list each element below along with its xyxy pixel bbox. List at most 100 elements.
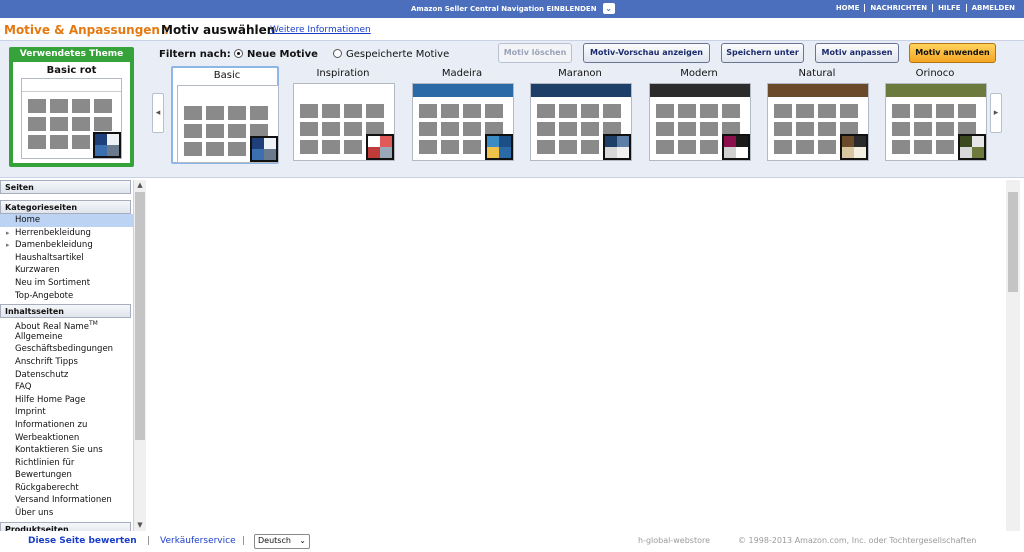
scroll-left-icon[interactable]: ◂ [152,93,164,133]
color-swatch-icon [485,134,513,160]
more-info-link[interactable]: Weitere Informationen [270,25,371,35]
category-pages-header: Kategorieseiten [0,200,131,214]
sidebar-item[interactable]: Geschäftsbedingungen [0,343,133,356]
theme-thumbnail[interactable] [530,83,632,161]
preview-scroll-thumb[interactable] [1008,192,1018,292]
sidebar-item[interactable]: Kurzwaren [0,264,133,277]
apply-theme-button[interactable]: Motiv anwenden [909,43,996,63]
color-swatch-icon [366,134,394,160]
color-swatch-icon [840,134,868,160]
seller-central-topbar: Amazon Seller Central Navigation EINBLEN… [0,0,1024,18]
theme-name: Madeira [441,68,483,79]
filter-saved-themes[interactable]: Gespeicherte Motive [333,49,449,60]
theme-thumbnail[interactable] [177,85,279,163]
nav-toggle-label: Amazon Seller Central Navigation EINBLEN… [411,4,597,13]
sidebar-item[interactable]: Home [0,214,133,227]
sidebar-scroll-thumb[interactable] [135,192,145,440]
chevron-down-icon[interactable]: ⌄ [602,3,615,14]
sidebar-item[interactable]: Werbeaktionen [0,432,133,445]
language-select[interactable]: Deutsch ⌄ [254,534,310,549]
nav-toggle[interactable]: Amazon Seller Central Navigation EINBLEN… [411,3,615,14]
rate-page-link[interactable]: Diese Seite bewerten [28,536,137,546]
theme-thumbnail[interactable] [885,83,987,161]
sidebar-item[interactable]: Imprint [0,406,133,419]
color-swatch-icon [722,134,750,160]
save-as-button[interactable]: Speichern unter [721,43,804,63]
radio-selected-icon[interactable] [234,49,243,58]
pages-header: Seiten [0,180,131,194]
preview-scrollbar[interactable] [1006,180,1020,531]
top-links: HOME NACHRICHTEN HILFE ABMELDEN [831,4,1020,12]
scroll-up-icon[interactable]: ▲ [134,181,146,189]
sidebar-item[interactable]: FAQ [0,381,133,394]
current-theme-caption: Verwendetes Theme [19,49,124,59]
sidebar-item[interactable]: Herrenbekleidung [0,227,133,240]
sidebar-item[interactable]: Top-Angebote [0,290,133,303]
theme-card-madeira[interactable]: Madeira [408,66,516,164]
theme-card-modern[interactable]: Modern [645,66,753,164]
link-messages[interactable]: NACHRICHTEN [864,4,932,12]
filter-label: Filtern nach: [159,49,231,60]
theme-thumbnail[interactable] [767,83,869,161]
sidebar-item[interactable]: Richtlinien für [0,457,133,470]
radio-empty-icon[interactable] [333,49,342,58]
color-swatch-icon [958,134,986,160]
copyright: © 1998-2013 Amazon.com, Inc. oder Tochte… [738,536,977,545]
color-swatch-icon [93,132,121,158]
product-pages-header: Produktseiten [0,521,131,531]
theme-name: Maranon [558,68,602,79]
current-theme-name: Basic rot [46,65,97,76]
sidebar-item[interactable]: Damenbekleidung [0,239,133,252]
theme-card-natural[interactable]: Natural [763,66,871,164]
color-swatch-icon [603,134,631,160]
sidebar-item[interactable]: Informationen zu [0,419,133,432]
theme-name: Basic [213,70,241,81]
sidebar-item[interactable]: Über uns [0,507,133,520]
delete-theme-button[interactable]: Motiv löschen [498,43,572,63]
theme-card-maranon[interactable]: Maranon [526,66,634,164]
theme-thumbnail[interactable] [293,83,395,161]
theme-name: Inspiration [316,68,370,79]
current-theme-panel: Verwendetes Theme Basic rot [9,47,134,167]
link-home[interactable]: HOME [831,4,865,12]
sidebar-item[interactable]: Anschrift Tipps [0,356,133,369]
sidebar-item[interactable]: About Real NameTM [0,318,133,332]
theme-card-orinoco[interactable]: Orinoco [881,66,989,164]
sidebar-item[interactable]: Versand Informationen [0,494,133,507]
theme-thumbnail[interactable] [412,83,514,161]
link-help[interactable]: HILFE [932,4,966,12]
theme-bar: Verwendetes Theme Basic rot Filtern nach… [0,40,1024,178]
sidebar-item[interactable]: Hilfe Home Page [0,394,133,407]
theme-card-basic[interactable]: Basic [171,66,279,164]
sidebar-item[interactable]: Kontaktieren Sie uns [0,444,133,457]
category-pages-list: HomeHerrenbekleidungDamenbekleidungHaush… [0,214,133,302]
section-title: Motive & Anpassungen : [4,23,169,37]
link-logout[interactable]: ABMELDEN [965,4,1020,12]
theme-name: Orinoco [915,68,955,79]
page-header: Motive & Anpassungen : Motiv auswählen W… [0,18,1024,40]
page-footer: Diese Seite bewerten | Verkäuferservice … [0,531,1024,552]
sidebar-scrollbar[interactable]: ▲ ▼ [134,180,146,531]
sidebar-item[interactable]: Neu im Sortiment [0,277,133,290]
sidebar-item[interactable]: Rückgaberecht [0,482,133,495]
sidebar-item[interactable]: Haushaltsartikel [0,252,133,265]
scroll-right-icon[interactable]: ▸ [990,93,1002,133]
customize-theme-button[interactable]: Motiv anpassen [815,43,899,63]
store-name: h-global-webstore [638,536,711,545]
page-title: Motiv auswählen [161,23,276,37]
content-pages-list: About Real NameTM Allgemeine Geschäftsbedi… [0,318,133,520]
preview-theme-button[interactable]: Motiv-Vorschau anzeigen [583,43,710,63]
theme-card-inspiration[interactable]: Inspiration [289,66,397,164]
theme-name: Natural [798,68,836,79]
seller-service-link[interactable]: Verkäuferservice [160,536,236,546]
filter-new-themes[interactable]: Neue Motive [234,49,318,60]
sidebar-item[interactable]: Bewertungen [0,469,133,482]
sidebar-item[interactable]: Allgemeine [0,331,133,344]
chevron-down-icon: ⌄ [299,536,306,545]
color-swatch-icon [250,136,278,162]
scroll-down-icon[interactable]: ▼ [134,521,146,529]
sidebar-item[interactable]: Datenschutz [0,369,133,382]
theme-thumbnail[interactable] [649,83,751,161]
theme-name: Modern [680,68,718,79]
page-list-sidebar: Seiten Kategorieseiten HomeHerrenbekleid… [0,180,134,531]
